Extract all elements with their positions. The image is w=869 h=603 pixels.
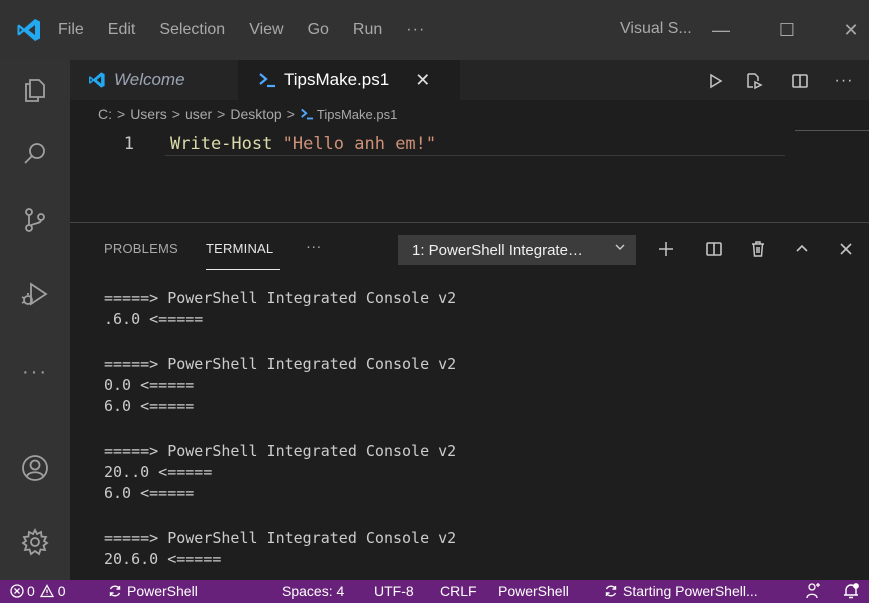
menu-more[interactable]: ··· — [406, 21, 425, 39]
terminal-output[interactable]: =====> PowerShell Integrated Console v2 … — [104, 288, 854, 594]
indentation-status[interactable]: Spaces: 4 — [282, 583, 344, 599]
tab-label: TipsMake.ps1 — [284, 70, 390, 89]
breadcrumb-separator: > — [217, 106, 226, 122]
warning-icon — [39, 584, 54, 598]
encoding-status[interactable]: UTF-8 — [374, 583, 414, 599]
more-icon[interactable]: ··· — [17, 354, 53, 390]
notifications-bell-icon[interactable] — [842, 582, 860, 603]
status-bar: 0 0 PowerShell Spaces: 4 UTF-8 CRLF Powe… — [0, 580, 869, 603]
error-icon — [10, 584, 24, 598]
menu-bar: File Edit Selection View Go Run ··· — [58, 0, 449, 60]
problems-status[interactable]: 0 0 — [10, 583, 66, 599]
minimize-button[interactable]: — — [706, 16, 736, 44]
vscode-logo-icon — [0, 0, 58, 60]
terminal-selector[interactable]: 1: PowerShell Integrate… — [398, 235, 636, 265]
terminal-block: =====> PowerShell Integrated Console v2 … — [104, 528, 854, 570]
feedback-icon[interactable] — [804, 582, 822, 603]
terminal-selector-value: 1: PowerShell Integrate… — [412, 241, 583, 259]
tab-label: Welcome — [114, 70, 185, 89]
terminal-block: =====> PowerShell Integrated Console v2 … — [104, 354, 854, 417]
terminal-line: 20.6.0 <===== — [104, 550, 222, 568]
breadcrumb: C: > Users > user > Desktop > TipsMake.p… — [98, 106, 402, 122]
powershell-session-status[interactable]: PowerShell — [108, 583, 198, 599]
code-editor[interactable]: 1 Write-Host "Hello anh em!" — [70, 126, 869, 222]
breadcrumb-item[interactable]: Desktop — [230, 106, 281, 122]
powershell-icon — [258, 72, 276, 88]
breadcrumb-item[interactable]: C: — [98, 106, 112, 122]
panel-header: PROBLEMS TERMINAL ··· 1: PowerShell Inte… — [70, 223, 869, 275]
terminal-line: =====> PowerShell Integrated Console v2 — [104, 529, 457, 547]
terminal-line: 6.0 <===== — [104, 484, 195, 502]
sync-icon — [604, 584, 618, 598]
account-icon[interactable] — [17, 450, 53, 486]
error-count: 0 — [27, 583, 35, 599]
panel-more-tabs[interactable]: ··· — [306, 238, 322, 255]
close-icon[interactable] — [832, 235, 860, 263]
terminal-line: =====> PowerShell Integrated Console v2 — [104, 442, 457, 460]
breadcrumb-item[interactable]: Users — [130, 106, 167, 122]
terminal-line: 0.0 <===== — [104, 376, 195, 394]
terminal-line: 20..0 <===== — [104, 463, 213, 481]
window-title: Visual S... — [620, 20, 692, 37]
close-window-button[interactable]: ✕ — [836, 16, 866, 44]
language-mode-status[interactable]: PowerShell — [498, 583, 569, 599]
menu-file[interactable]: File — [58, 21, 84, 39]
sync-icon — [108, 584, 122, 598]
terminal-line: .6.0 <===== — [104, 310, 204, 328]
minimap — [795, 130, 869, 131]
settings-gear-icon[interactable] — [17, 524, 53, 560]
editor-tabs: Welcome TipsMake.ps1 ✕ ··· — [70, 60, 869, 100]
terminal-line: =====> PowerShell Integrated Console v2 — [104, 289, 457, 307]
menu-view[interactable]: View — [249, 21, 283, 39]
source-control-icon[interactable] — [17, 202, 53, 238]
terminal-line: 6.0 <===== — [104, 397, 195, 415]
explorer-icon[interactable] — [17, 72, 53, 108]
line-number: 1 — [123, 134, 134, 154]
eol-status[interactable]: CRLF — [440, 583, 477, 599]
starting-label: Starting PowerShell... — [623, 583, 758, 599]
breadcrumb-separator: > — [117, 106, 126, 122]
plus-icon[interactable] — [652, 235, 680, 263]
activity-bar: ··· — [0, 60, 70, 580]
code-line: 1 Write-Host "Hello anh em!" — [70, 134, 436, 154]
vscode-logo-icon — [88, 71, 106, 89]
close-icon[interactable]: ✕ — [415, 70, 430, 91]
menu-go[interactable]: Go — [308, 21, 329, 39]
terminal-block: =====> PowerShell Integrated Console v2 … — [104, 288, 854, 330]
title-bar: File Edit Selection View Go Run ··· Visu… — [0, 0, 869, 60]
run-debug-icon[interactable] — [17, 276, 53, 312]
terminal-line: =====> PowerShell Integrated Console v2 — [104, 355, 457, 373]
code-content: Write-Host "Hello anh em!" — [170, 134, 436, 154]
breadcrumb-separator: > — [171, 106, 180, 122]
breadcrumb-item-file[interactable]: TipsMake.ps1 — [317, 107, 397, 122]
trash-icon[interactable] — [744, 235, 772, 263]
split-terminal-icon[interactable] — [700, 235, 728, 263]
open-changes-icon[interactable] — [740, 68, 768, 94]
active-tab-indicator — [206, 269, 280, 270]
tab-tipsmake[interactable]: TipsMake.ps1 ✕ — [238, 60, 460, 100]
menu-edit[interactable]: Edit — [108, 21, 136, 39]
maximize-button[interactable]: ☐ — [772, 16, 802, 44]
menu-selection[interactable]: Selection — [159, 21, 225, 39]
run-icon[interactable] — [702, 68, 730, 94]
chevron-down-icon — [614, 241, 626, 256]
breadcrumb-separator: > — [286, 106, 295, 122]
terminal-block: =====> PowerShell Integrated Console v2 … — [104, 441, 854, 504]
tab-problems[interactable]: PROBLEMS — [104, 241, 178, 256]
code-string: "Hello anh em!" — [282, 134, 437, 154]
current-line-highlight — [165, 155, 785, 156]
menu-run[interactable]: Run — [353, 21, 382, 39]
starting-status[interactable]: Starting PowerShell... — [604, 583, 758, 599]
code-keyword: Write-Host — [170, 134, 273, 154]
chevron-up-icon[interactable] — [788, 235, 816, 263]
powershell-label: PowerShell — [127, 583, 198, 599]
more-actions-icon[interactable]: ··· — [830, 68, 858, 94]
powershell-icon — [300, 108, 314, 120]
tab-welcome[interactable]: Welcome — [70, 60, 238, 100]
warning-count: 0 — [57, 583, 66, 599]
search-icon[interactable] — [17, 136, 53, 172]
breadcrumb-item[interactable]: user — [185, 106, 212, 122]
split-editor-icon[interactable] — [786, 68, 814, 94]
tab-terminal[interactable]: TERMINAL — [206, 241, 273, 256]
